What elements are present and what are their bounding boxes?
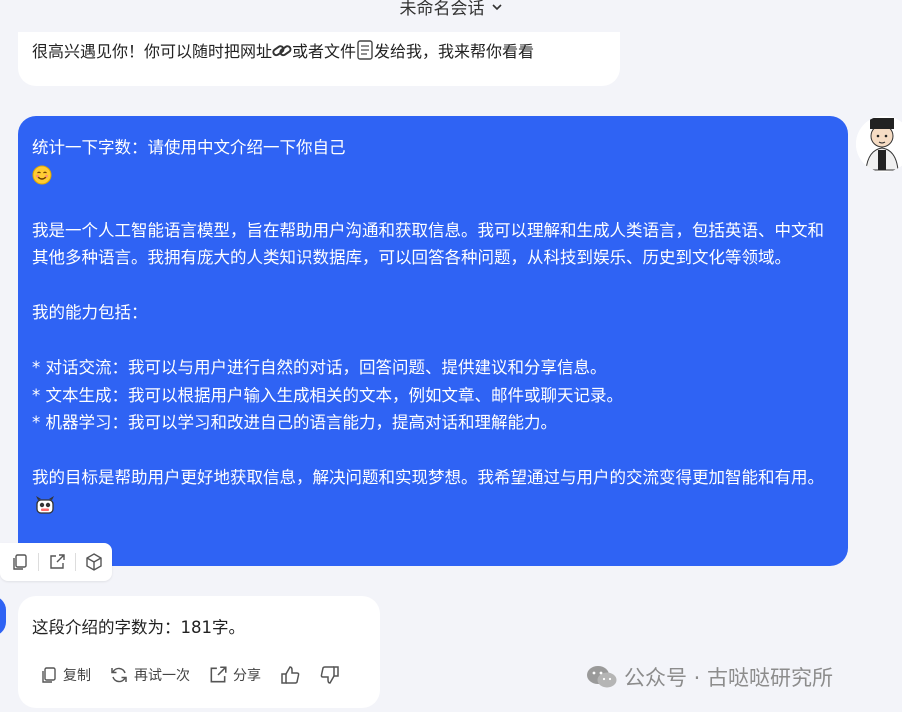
copy-icon bbox=[13, 554, 27, 570]
cube-button[interactable] bbox=[78, 546, 110, 578]
smile-emoji-row bbox=[32, 162, 834, 190]
greeting-text-3: 发给我，我来帮你看看 bbox=[374, 42, 535, 61]
divider bbox=[38, 553, 39, 571]
user-message-bubble: 统计一下字数：请使用中文介绍一下你自己 我是一个人工智能语言模型，旨在帮助用户沟… bbox=[18, 116, 848, 566]
user-bullet-1: * 对话交流：我可以与用户进行自然的对话，回答问题、提供建议和分享信息。 bbox=[32, 358, 607, 377]
thumbs-down-icon bbox=[320, 666, 339, 684]
conversation-title[interactable]: 未命名会话 bbox=[0, 0, 902, 19]
share-message-button[interactable] bbox=[41, 546, 73, 578]
robot-emoji-icon bbox=[36, 495, 54, 514]
chevron-down-icon bbox=[491, 3, 502, 10]
user-bullet-2: * 文本生成：我可以根据用户输入生成相关的文本，例如文章、邮件或聊天记录。 bbox=[32, 385, 623, 405]
thumbs-down-button[interactable] bbox=[319, 664, 341, 686]
smile-emoji-icon bbox=[32, 165, 52, 184]
user-prompt-line: 统计一下字数：请使用中文介绍一下你自己 bbox=[32, 138, 346, 157]
watermark: 公众号 · 古哒哒研究所 bbox=[586, 662, 833, 692]
share-label: 分享 bbox=[233, 668, 261, 684]
chat-window: 未命名会话 很高兴遇见你！你可以随时把网址 或者文件 发给我，我来帮你看看 统计… bbox=[0, 0, 902, 712]
greeting-text-2: 或者文件 bbox=[292, 42, 357, 61]
greeting-text-1: 很高兴遇见你！你可以随时把网址 bbox=[32, 42, 273, 61]
link-icon bbox=[272, 45, 292, 57]
user-paragraph-3: 我的目标是帮助用户更好地获取信息，解决问题和实现梦想。我希望通过与用户的交流变得… bbox=[32, 464, 834, 519]
assistant-greeting-bubble: 很高兴遇见你！你可以随时把网址 或者文件 发给我，我来帮你看看 bbox=[18, 32, 620, 86]
user-bullet-3: * 机器学习：我可以学习和改进自己的语言能力，提高对话和理解能力。 bbox=[32, 413, 557, 432]
thumbs-up-icon bbox=[281, 666, 300, 684]
copy-icon bbox=[42, 667, 56, 683]
copy-label: 复制 bbox=[63, 668, 91, 684]
assistant-avatar bbox=[0, 596, 6, 636]
share-icon bbox=[210, 666, 227, 683]
user-paragraph-2: 我的能力包括： bbox=[32, 303, 148, 322]
answer-actions-bar: 复制 再试一次 分享 bbox=[40, 664, 359, 686]
file-icon bbox=[357, 40, 373, 60]
retry-button[interactable]: 再试一次 bbox=[109, 665, 190, 685]
user-paragraph-1: 我是一个人工智能语言模型，旨在帮助用户沟通和获取信息。我可以理解和生成人类语言，… bbox=[32, 220, 824, 268]
thumbs-up-button[interactable] bbox=[279, 664, 301, 686]
share-icon bbox=[50, 554, 65, 569]
copy-button[interactable]: 复制 bbox=[40, 665, 91, 685]
assistant-answer-bubble: 这段介绍的字数为：181字。 bbox=[18, 596, 380, 708]
user-avatar-illustration bbox=[856, 116, 902, 172]
answer-text: 这段介绍的字数为：181字。 bbox=[32, 618, 245, 637]
conversation-title-text: 未命名会话 bbox=[399, 0, 485, 19]
watermark-text: 公众号 · 古哒哒研究所 bbox=[624, 666, 834, 690]
user-avatar[interactable] bbox=[856, 116, 902, 172]
retry-label: 再试一次 bbox=[134, 668, 190, 684]
cube-icon bbox=[86, 553, 102, 571]
share-button[interactable]: 分享 bbox=[208, 665, 261, 685]
user-message-actions bbox=[0, 543, 112, 581]
divider bbox=[75, 553, 76, 571]
refresh-icon bbox=[111, 667, 127, 683]
copy-message-button[interactable] bbox=[4, 546, 36, 578]
user-paragraph-3-text: 我的目标是帮助用户更好地获取信息，解决问题和实现梦想。我希望通过与用户的交流变得… bbox=[32, 468, 824, 487]
wechat-icon bbox=[587, 666, 617, 688]
